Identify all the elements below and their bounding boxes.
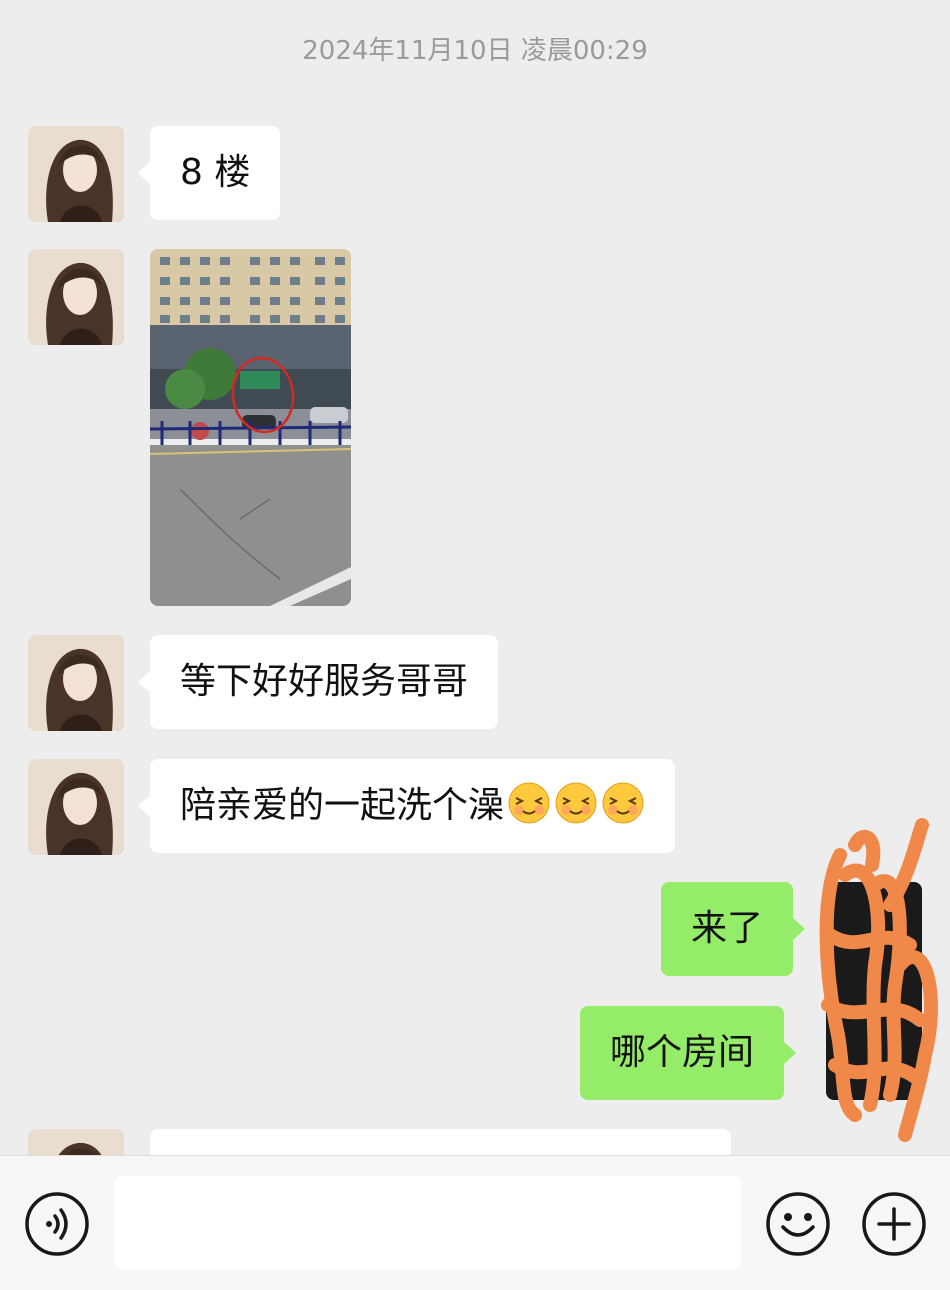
message-bubble-outgoing[interactable]: 来了 [661, 882, 806, 976]
message-input[interactable] [114, 1176, 741, 1270]
message-bubble-outgoing[interactable]: 哪个房间 [580, 1006, 797, 1100]
smiling-face-with-closed-eyes-icon [508, 782, 550, 824]
contact-avatar[interactable] [28, 759, 124, 855]
emoji-icon[interactable] [765, 1191, 831, 1257]
message-bubble[interactable]: 8 楼 [137, 126, 281, 220]
chat-timestamp: 2024年11月10日 凌晨00:29 [302, 36, 648, 66]
smiling-face-with-closed-eyes-icon [602, 782, 644, 824]
contact-avatar[interactable] [28, 126, 124, 222]
message-bubble[interactable]: 等下好好服务哥哥 [137, 635, 499, 729]
message-text: 等下好好服务哥哥 [180, 661, 469, 702]
add-icon[interactable] [861, 1191, 927, 1257]
message-photo[interactable] [150, 249, 351, 606]
smiling-face-with-closed-eyes-icon [555, 782, 597, 824]
message-text: 哪个房间 [610, 1032, 755, 1073]
contact-avatar[interactable] [28, 635, 124, 731]
contact-avatar[interactable] [28, 249, 124, 345]
redaction-scribble [819, 818, 938, 1142]
voice-icon[interactable] [24, 1191, 90, 1257]
message-text: 8 楼 [180, 152, 251, 193]
message-text: 陪亲爱的一起洗个澡 [180, 785, 505, 826]
input-bar [0, 1155, 950, 1290]
message-bubble[interactable]: 陪亲爱的一起洗个澡 [137, 759, 676, 853]
message-text: 来了 [691, 908, 764, 949]
